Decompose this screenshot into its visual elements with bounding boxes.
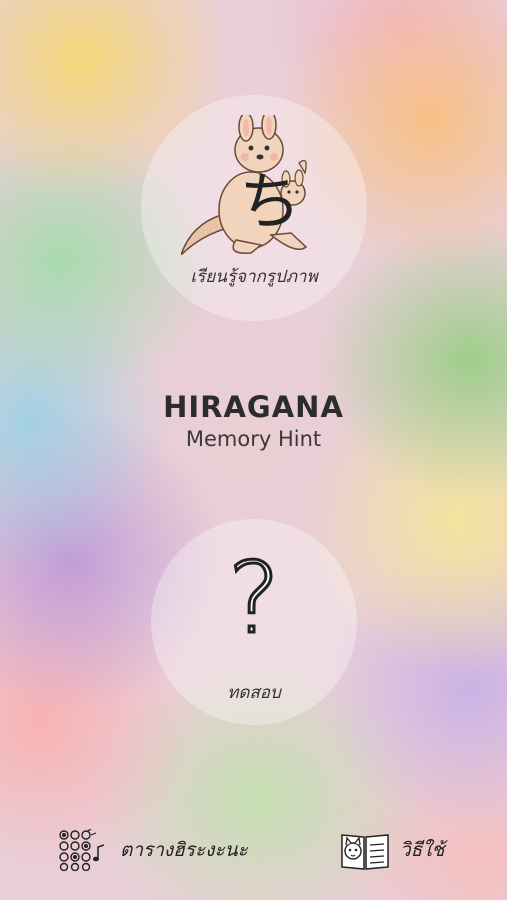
kangaroo-icon: ち xyxy=(181,115,308,255)
hiragana-chart-button[interactable]: ตารางฮิระงะนะ xyxy=(58,826,248,874)
how-to-use-button[interactable]: วิธีใช้ xyxy=(340,826,444,874)
quiz-label: ทดสอบ xyxy=(227,683,281,703)
quiz-button[interactable]: ? ทดสอบ xyxy=(151,519,357,725)
how-to-use-label: วิธีใช้ xyxy=(400,839,445,861)
hiragana-chart-label: ตารางฮิระงะนะ xyxy=(120,839,248,861)
dot-grid-music-icon xyxy=(59,829,105,871)
question-mark-icon: ? xyxy=(226,542,281,656)
learn-from-pictures-button[interactable]: ち เรียนรู้จากรูปภาพ xyxy=(141,95,367,321)
app-subtitle: Memory Hint xyxy=(185,427,322,451)
book-cat-icon xyxy=(341,834,389,870)
learn-from-pictures-label: เรียนรู้จากรูปภาพ xyxy=(190,267,318,287)
hiragana-glyph: ち xyxy=(239,165,301,238)
app-title: HIRAGANA xyxy=(163,390,344,424)
